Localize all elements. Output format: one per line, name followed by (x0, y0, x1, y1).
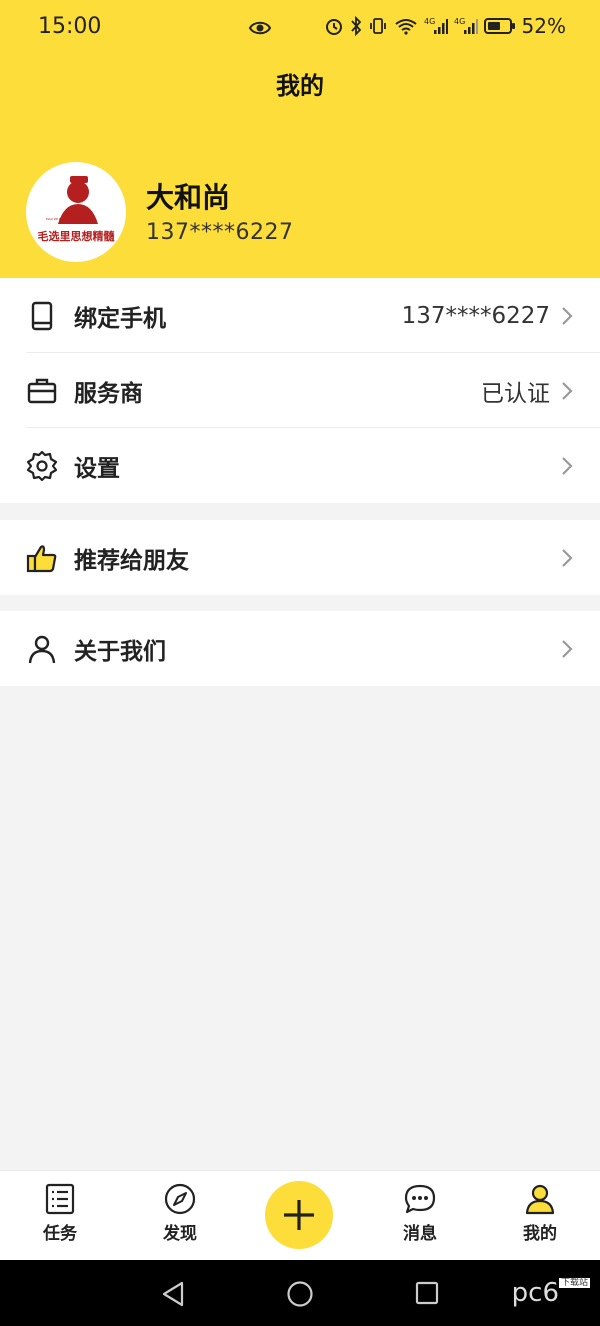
user-name: 大和尚 (146, 181, 231, 214)
battery-icon (483, 17, 516, 35)
chevron-right-icon (560, 305, 574, 327)
signal-icon-2: 4G (454, 16, 478, 36)
system-nav-bar: pc6 下载站 (0, 1260, 600, 1326)
watermark-text: pc6 (511, 1278, 559, 1308)
avatar-caption: 毛选里思想精髓 (37, 230, 115, 243)
list-icon (45, 1183, 75, 1215)
wifi-icon (394, 16, 418, 36)
profile-header: 15:00 4G 4G 52% 我的 MAO ZE DONG SI XIANG … (0, 0, 600, 278)
menu-item-recommend[interactable]: 推荐给朋友 (0, 520, 600, 595)
tab-label: 发现 (163, 1224, 197, 1244)
avatar[interactable]: MAO ZE DONG SI XIANG JING SUI 毛选里思想精髓 (26, 162, 126, 262)
tab-discover[interactable]: 发现 (140, 1183, 220, 1244)
tab-mine[interactable]: 我的 (500, 1183, 580, 1244)
account-menu-group: 绑定手机 137****6227 服务商 已认证 设置 (0, 278, 600, 503)
chevron-right-icon (560, 455, 574, 477)
watermark: pc6 下载站 (512, 1278, 590, 1308)
tab-label: 我的 (523, 1224, 557, 1244)
vibrate-icon (368, 16, 388, 36)
gear-icon (26, 450, 58, 482)
tab-label: 任务 (43, 1224, 77, 1244)
status-time: 15:00 (38, 14, 102, 39)
svg-text:4G: 4G (424, 17, 435, 26)
menu-item-value: 137****6227 (401, 302, 550, 329)
phone-icon (26, 300, 58, 332)
menu-item-label: 服务商 (74, 380, 143, 407)
eye-icon (248, 18, 272, 42)
tab-tasks[interactable]: 任务 (20, 1183, 100, 1244)
menu-item-label: 推荐给朋友 (74, 547, 189, 574)
status-icons: 4G 4G 52% (324, 14, 566, 38)
svg-text:MAO ZE DONG SI XIANG JING SUI: MAO ZE DONG SI XIANG JING SUI (46, 217, 96, 221)
user-phone: 137****6227 (146, 220, 294, 245)
watermark-sub: 下载站 (558, 1278, 590, 1288)
recents-icon[interactable] (414, 1280, 440, 1310)
menu-item-service-provider[interactable]: 服务商 已认证 (0, 353, 600, 428)
menu-item-settings[interactable]: 设置 (0, 428, 600, 503)
menu-item-bind-phone[interactable]: 绑定手机 137****6227 (0, 278, 600, 353)
add-button[interactable] (265, 1181, 333, 1249)
portrait-image: MAO ZE DONG SI XIANG JING SUI (46, 176, 98, 224)
about-menu-group: 关于我们 (0, 611, 600, 686)
share-menu-group: 推荐给朋友 (0, 520, 600, 595)
tab-label: 消息 (403, 1224, 437, 1244)
user-icon (525, 1184, 555, 1215)
tab-messages[interactable]: 消息 (380, 1183, 460, 1244)
signal-icon: 4G (424, 16, 448, 36)
chevron-right-icon (560, 380, 574, 402)
menu-item-label: 关于我们 (74, 638, 166, 665)
plus-icon (284, 1200, 314, 1230)
compass-icon (164, 1183, 196, 1215)
menu-item-about-us[interactable]: 关于我们 (0, 611, 600, 686)
home-icon[interactable] (286, 1280, 314, 1312)
svg-text:4G: 4G (454, 17, 465, 26)
briefcase-icon (26, 375, 58, 407)
back-icon[interactable] (160, 1280, 186, 1312)
bluetooth-icon (350, 16, 362, 36)
menu-item-label: 设置 (74, 455, 120, 482)
chevron-right-icon (560, 638, 574, 660)
menu-item-label: 绑定手机 (74, 305, 166, 332)
battery-percent: 52% (521, 14, 566, 38)
page-title: 我的 (276, 72, 324, 100)
chat-bubble-icon (404, 1184, 436, 1214)
user-icon (26, 633, 58, 665)
thumbs-up-icon (26, 542, 58, 574)
menu-item-value: 已认证 (481, 380, 550, 407)
alarm-icon (324, 16, 344, 36)
status-bar: 15:00 4G 4G 52% (0, 0, 600, 60)
chevron-right-icon (560, 547, 574, 569)
